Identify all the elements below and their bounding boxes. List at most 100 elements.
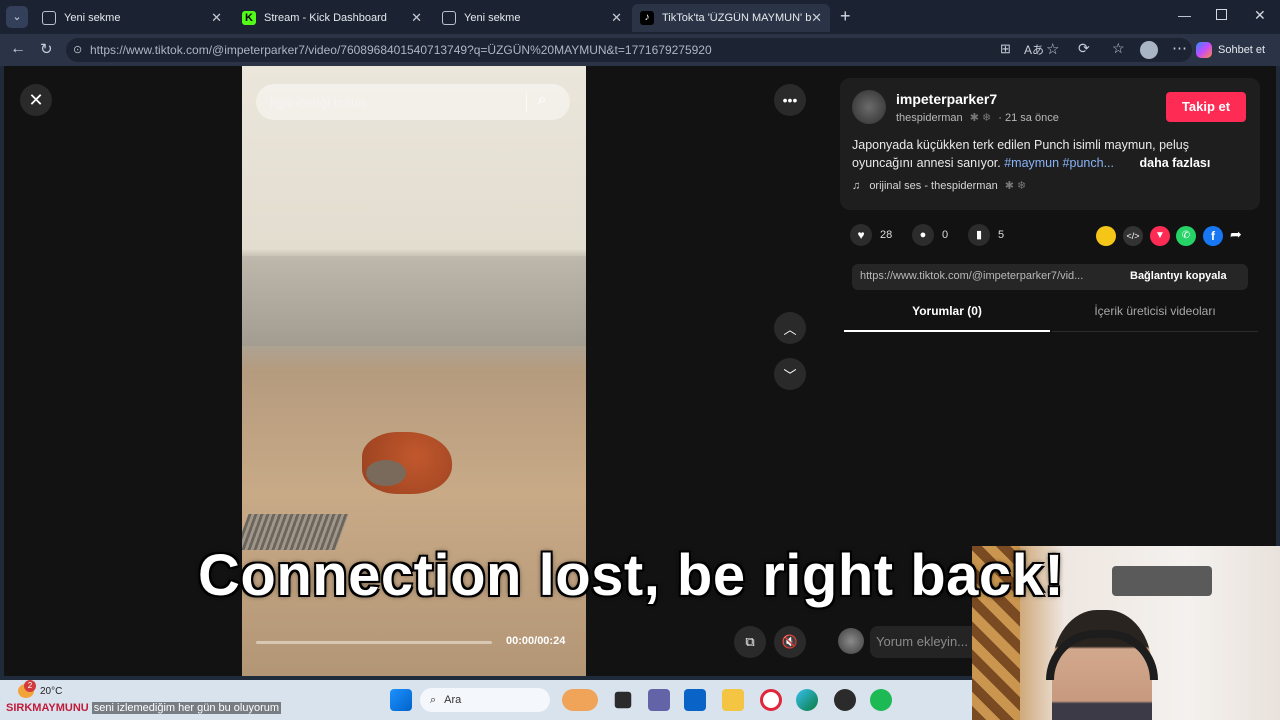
- tab-comments[interactable]: Yorumlar (0): [844, 304, 1050, 332]
- creator-avatar[interactable]: [852, 90, 886, 124]
- related-search-input[interactable]: İlgili içeriği bulun ⌕: [256, 84, 570, 120]
- share-url: https://www.tiktok.com/@impeterparker7/v…: [860, 270, 1084, 282]
- whatsapp-icon[interactable]: ✆: [1176, 226, 1196, 246]
- edge-icon[interactable]: [796, 689, 818, 711]
- apps-icon[interactable]: ⊞: [1000, 41, 1011, 57]
- close-icon[interactable]: ✕: [211, 10, 222, 26]
- minimize-button[interactable]: —: [1178, 8, 1191, 23]
- tab-creator-videos-label: İçerik üreticisi videoları: [1094, 304, 1216, 318]
- search-divider: [526, 92, 527, 112]
- tab-tiktok[interactable]: ♪ TikTok'ta 'ÜZGÜN MAYMUN' bulal ✕: [632, 4, 830, 32]
- teams-icon[interactable]: [648, 689, 670, 711]
- webcam-shelf: [1112, 566, 1212, 596]
- comment-count: 0: [942, 229, 949, 241]
- more-menu-icon[interactable]: ⋯: [1172, 39, 1187, 57]
- widgets-icon[interactable]: [562, 689, 598, 711]
- translate-icon[interactable]: Aあ: [1024, 41, 1044, 58]
- sound-name: orijinal ses - thespiderman: [869, 180, 998, 192]
- follow-button[interactable]: Takip et: [1166, 92, 1246, 122]
- file-explorer-icon[interactable]: [722, 689, 744, 711]
- video-progress-bar[interactable]: [256, 641, 492, 644]
- tab-new-1[interactable]: Yeni sekme ✕: [34, 4, 230, 32]
- taskbar-search[interactable]: ⌕ Ara: [420, 688, 550, 712]
- windows-start-icon[interactable]: [390, 689, 412, 711]
- page-icon: [442, 11, 456, 25]
- task-view-icon[interactable]: [614, 691, 632, 709]
- next-video-button[interactable]: ﹀: [774, 358, 806, 390]
- weather-badge: 2: [24, 680, 36, 692]
- new-tab-button[interactable]: +: [840, 6, 851, 27]
- weather-widget[interactable]: 2 20°C: [18, 680, 62, 698]
- tab-bar: ⌄ Yeni sekme ✕ K Stream - Kick Dashboard…: [0, 0, 1280, 34]
- close-video-button[interactable]: ✕: [20, 84, 52, 116]
- share-icons: </> ▼ ✆ f ➦: [1096, 226, 1256, 248]
- profile-avatar[interactable]: [1140, 41, 1158, 59]
- site-info-icon[interactable]: ⊙: [73, 38, 82, 62]
- close-icon[interactable]: ✕: [811, 10, 822, 26]
- close-icon[interactable]: ✕: [611, 10, 622, 26]
- tab-label: Yeni sekme: [464, 12, 521, 24]
- comment-button[interactable]: ● 0: [912, 224, 948, 246]
- copy-link-button[interactable]: Bağlantıyı kopyala: [1130, 270, 1227, 282]
- store-icon[interactable]: [684, 689, 706, 711]
- tab-new-2[interactable]: Yeni sekme ✕: [434, 4, 630, 32]
- tab-comments-label: Yorumlar (0): [912, 304, 982, 318]
- copilot-button[interactable]: Sohbet et: [1196, 39, 1265, 61]
- extensions-icon[interactable]: ⟳: [1078, 40, 1090, 57]
- video-more-options-button[interactable]: •••: [774, 84, 806, 116]
- sound-row[interactable]: ♫ orijinal ses - thespiderman ✱ ❄: [852, 179, 1026, 192]
- send-icon[interactable]: ▼: [1150, 226, 1170, 246]
- tab-actions-button[interactable]: ⌄: [6, 6, 28, 28]
- chat-label: Sohbet et: [1218, 44, 1266, 56]
- video-frame-wall: [242, 256, 586, 346]
- creator-meta: thespiderman ✱ ❄ · 21 sa önce: [896, 111, 1059, 124]
- opera-icon[interactable]: [760, 689, 782, 711]
- spotify-icon[interactable]: [870, 689, 892, 711]
- address-url: https://www.tiktok.com/@impeterparker7/v…: [90, 43, 712, 57]
- address-toolbar: ← ↻ ⊙ https://www.tiktok.com/@impeterpar…: [0, 34, 1280, 66]
- like-count: 28: [880, 229, 893, 241]
- tab-label: TikTok'ta 'ÜZGÜN MAYMUN' bulal: [662, 12, 812, 24]
- save-count: 5: [998, 229, 1005, 241]
- previous-video-button[interactable]: ︿: [774, 312, 806, 344]
- obs-icon[interactable]: [834, 689, 856, 711]
- floating-player-button[interactable]: ⧉: [734, 626, 766, 658]
- mute-button[interactable]: 🔇: [774, 626, 806, 658]
- search-icon[interactable]: ⌕: [538, 91, 546, 108]
- ticker-name: SIRKMAYMUNU: [6, 702, 89, 714]
- tab-kick-dashboard[interactable]: K Stream - Kick Dashboard ✕: [234, 4, 430, 32]
- save-button[interactable]: ▮ 5: [968, 224, 1004, 246]
- tiktok-icon: ♪: [640, 11, 654, 25]
- page-icon: [42, 11, 56, 25]
- facebook-icon[interactable]: f: [1203, 226, 1223, 246]
- embed-icon[interactable]: </>: [1123, 226, 1143, 246]
- share-link-box: https://www.tiktok.com/@impeterparker7/v…: [852, 264, 1248, 290]
- creator-username[interactable]: impeterparker7: [896, 91, 997, 107]
- snowflake-icon: ✱ ❄: [1004, 180, 1027, 192]
- restore-button[interactable]: [1216, 9, 1227, 20]
- creator-nickname: thespiderman: [896, 112, 963, 124]
- follow-label: Takip et: [1181, 99, 1231, 114]
- refresh-icon[interactable]: ↻: [40, 40, 53, 58]
- favorites-icon[interactable]: ☆: [1112, 40, 1125, 57]
- caption-more[interactable]: daha fazlası: [1139, 156, 1210, 170]
- music-note-icon: ♫: [852, 180, 861, 192]
- close-window-button[interactable]: ✕: [1254, 7, 1266, 24]
- ticker-text: seni izlemediğim her gün bu oluyorum: [91, 702, 282, 714]
- weather-icon: 2: [18, 680, 36, 698]
- tab-creator-videos[interactable]: İçerik üreticisi videoları: [1052, 304, 1258, 332]
- stream-ticker: SIRKMAYMUNU seni izlemediğim her gün bu …: [6, 702, 282, 714]
- close-icon[interactable]: ✕: [411, 10, 422, 26]
- post-caption: Japonyada küçükken terk edilen Punch isi…: [852, 136, 1252, 172]
- bookmark-icon: ▮: [968, 224, 990, 246]
- like-button[interactable]: ♥ 28: [850, 224, 892, 246]
- comment-placeholder: Yorum ekleyin...: [876, 634, 969, 649]
- post-card: impeterparker7 thespiderman ✱ ❄ · 21 sa …: [840, 78, 1260, 210]
- tab-label: Stream - Kick Dashboard: [264, 12, 387, 24]
- back-arrow-icon[interactable]: ←: [10, 40, 26, 58]
- share-arrow-icon[interactable]: ➦: [1230, 226, 1242, 243]
- favorite-star-icon[interactable]: ☆: [1046, 40, 1059, 58]
- caption-hashtags[interactable]: #maymun #punch...: [1004, 156, 1114, 170]
- repost-icon[interactable]: [1096, 226, 1116, 246]
- commenter-avatar: [838, 628, 864, 654]
